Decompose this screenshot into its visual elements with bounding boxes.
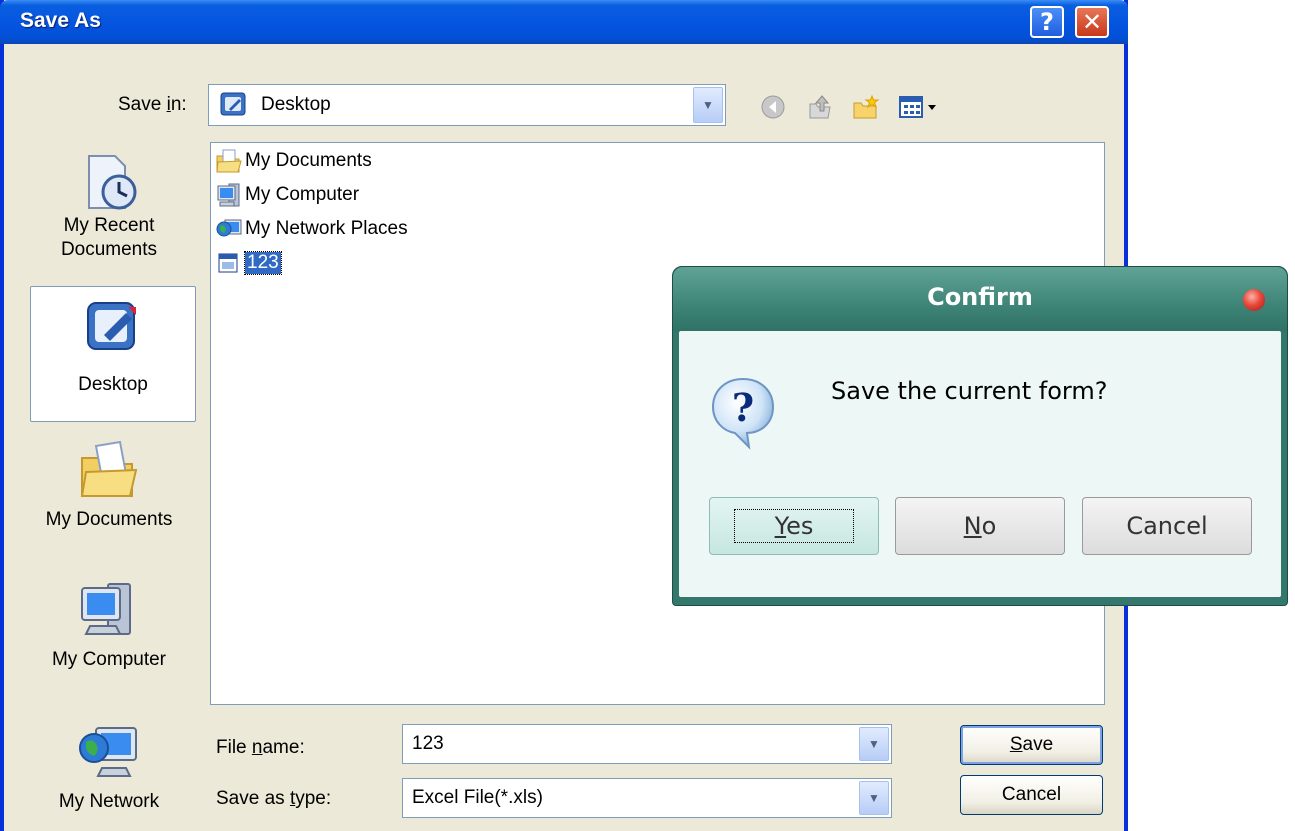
place-my-documents[interactable]: My Documents <box>20 438 198 550</box>
confirm-title-bar[interactable]: Confirm <box>673 267 1287 331</box>
help-button[interactable]: ? <box>1030 6 1064 38</box>
file-name: My Documents <box>245 150 372 171</box>
file-name-input[interactable]: 123 ▼ <box>402 724 892 764</box>
place-label: Documents <box>60 239 158 260</box>
my-documents-icon <box>216 149 242 173</box>
place-label: My Computer <box>51 649 167 670</box>
save-as-type-label: Save as type: <box>216 788 332 809</box>
desktop-icon <box>220 92 246 116</box>
close-icon: ✕ <box>1081 8 1103 36</box>
cancel-button[interactable]: Cancel <box>960 775 1103 815</box>
save-as-type-value: Excel File(*.xls) <box>412 787 543 808</box>
save-in-label: Save in: <box>118 94 187 115</box>
no-button[interactable]: No <box>895 497 1065 555</box>
place-label: My Network <box>58 791 160 812</box>
place-label: Desktop <box>78 374 148 395</box>
my-documents-icon <box>80 440 138 497</box>
confirm-message: Save the current form? <box>831 377 1108 405</box>
network-places-icon <box>216 219 242 237</box>
chevron-down-icon[interactable]: ▼ <box>693 87 723 123</box>
save-button[interactable]: Save <box>960 725 1103 765</box>
up-folder-icon[interactable] <box>806 94 834 120</box>
save-as-type-dropdown[interactable]: Excel File(*.xls) ▼ <box>402 778 892 818</box>
list-item[interactable]: My Computer <box>215 181 359 209</box>
list-item[interactable]: My Network Places <box>215 215 408 243</box>
help-icon: ? <box>1040 8 1054 36</box>
place-my-computer[interactable]: My Computer <box>20 578 198 690</box>
chevron-down-icon[interactable]: ▼ <box>859 727 889 761</box>
place-label: My Recent <box>63 215 155 236</box>
question-icon: ? <box>711 377 775 450</box>
title-bar[interactable]: Save As ? ✕ <box>0 0 1128 44</box>
places-bar: My Recent Documents Desktop My Documents… <box>20 142 198 828</box>
svg-text:?: ? <box>732 385 754 430</box>
close-icon[interactable] <box>1243 289 1265 311</box>
confirm-dialog: Confirm ? Save the current form? Yes No … <box>672 266 1288 606</box>
file-name-value: 123 <box>412 733 444 754</box>
yes-button[interactable]: Yes <box>709 497 879 555</box>
place-desktop[interactable]: Desktop <box>30 286 196 422</box>
recent-documents-icon <box>88 155 137 210</box>
place-recent-documents[interactable]: My Recent Documents <box>20 148 198 280</box>
list-item[interactable]: My Documents <box>215 147 372 175</box>
file-name: My Network Places <box>245 218 408 239</box>
place-label: My Documents <box>45 509 173 530</box>
close-button[interactable]: ✕ <box>1075 6 1109 38</box>
excel-file-icon <box>218 253 238 273</box>
file-name-label: File name: <box>216 737 305 758</box>
save-in-value: Desktop <box>261 94 331 115</box>
my-network-icon <box>79 727 137 777</box>
file-name: My Computer <box>245 184 360 205</box>
new-folder-icon[interactable] <box>852 94 880 120</box>
dialog-title: Save As <box>20 9 101 32</box>
place-my-network[interactable]: My Network <box>20 718 198 830</box>
save-in-dropdown[interactable]: Desktop ▼ <box>208 84 726 126</box>
my-computer-icon <box>217 183 240 207</box>
list-item-selected[interactable]: 123 <box>215 249 282 277</box>
views-menu-icon[interactable] <box>898 94 946 120</box>
confirm-title: Confirm <box>927 283 1033 311</box>
confirm-body: ? Save the current form? Yes No Cancel <box>679 331 1281 597</box>
my-computer-icon <box>81 583 131 635</box>
chevron-down-icon[interactable]: ▼ <box>859 781 889 815</box>
back-icon[interactable] <box>760 94 788 120</box>
desktop-icon <box>87 302 136 350</box>
confirm-cancel-button[interactable]: Cancel <box>1082 497 1252 555</box>
file-name: 123 <box>244 251 282 275</box>
